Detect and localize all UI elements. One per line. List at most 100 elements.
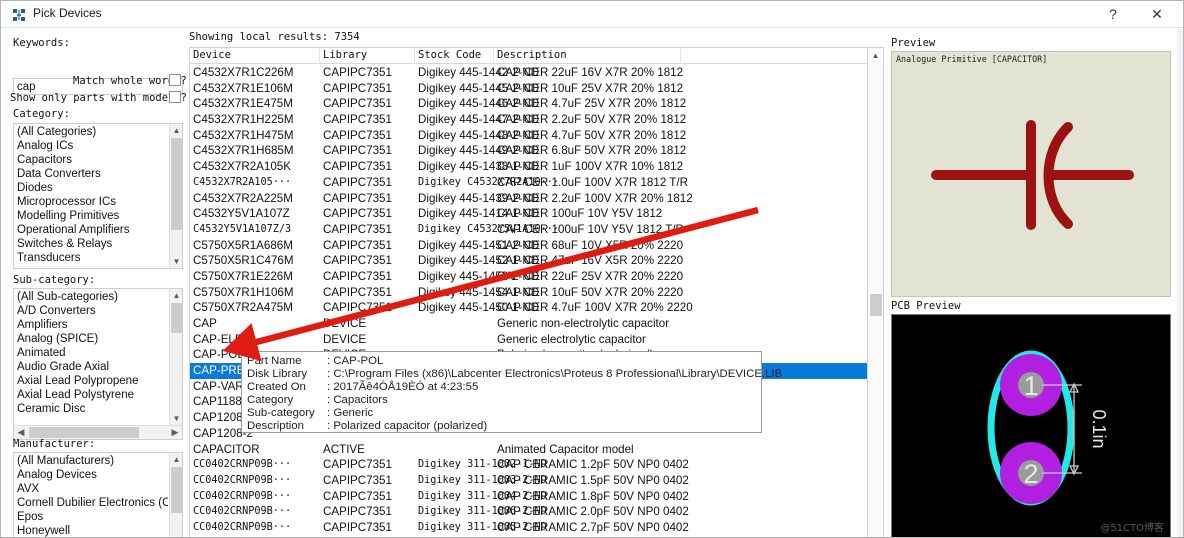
scrollbar-thumb[interactable] [171, 138, 182, 230]
subcategory-vscrollbar[interactable]: ▲ ▼ [169, 289, 182, 425]
table-row[interactable]: C4532X7R1H225M CAPIPC7351 Digikey 445-1447… [190, 112, 883, 128]
column-header-stock-code[interactable]: Stock Code [418, 49, 481, 61]
table-row[interactable]: C4532X7R1H685M CAPIPC7351 Digikey 445-1449… [190, 143, 883, 159]
manufacturer-item-0[interactable]: (All Manufacturers) [14, 454, 168, 468]
cell-device: C4532X7R1E475M [193, 97, 293, 111]
table-row[interactable]: C4532X7R2A105··· CAPIPC7351 Digikey C4532X… [190, 175, 883, 191]
subcategory-item-2[interactable]: Amplifiers [14, 318, 168, 332]
cell-description: Generic electrolytic capacitor [497, 332, 646, 346]
manufacturer-scrollbar[interactable]: ▲ [169, 453, 182, 537]
scrollbar-thumb[interactable] [29, 427, 139, 438]
category-item-6[interactable]: Modelling Primitives [14, 209, 168, 223]
table-row[interactable]: CC0402CRNP09B···CAPIPC7351Digikey 311-10… [190, 504, 883, 520]
manufacturer-listbox[interactable]: (All Manufacturers) Analog Devices AVX Corn… [13, 452, 183, 537]
table-row[interactable]: CC0402CRNP09B···CAPIPC7351Digikey 311-10… [190, 457, 883, 473]
subcategory-item-7[interactable]: Axial Lead Polystyrene [14, 388, 168, 402]
manufacturer-item-5[interactable]: Honeywell [14, 524, 168, 537]
category-item-4[interactable]: Diodes [14, 181, 168, 195]
subcategory-item-4[interactable]: Animated [14, 346, 168, 360]
table-row[interactable]: CAP-ELEC DEVICE Generic electrolytic capac… [190, 332, 883, 348]
table-row[interactable]: C5750X7R1E226M CAPIPC7351 Digikey 445-1453… [190, 269, 883, 285]
column-divider[interactable] [680, 48, 681, 64]
table-row[interactable]: C4532Y5V1A107Z/3 CAPIPC7351 Digikey C4532Y… [190, 222, 883, 238]
manufacturer-item-2[interactable]: AVX [14, 482, 168, 496]
column-header-description[interactable]: Description [497, 49, 567, 61]
cell-device: CAPACITOR [193, 442, 260, 456]
table-row[interactable]: C4532X7R1E106M CAPIPC7351 Digikey 445-1445… [190, 81, 883, 97]
match-whole-words-checkbox[interactable] [169, 74, 181, 86]
manufacturer-item-3[interactable]: Cornell Dubilier Electronics (CDE) [14, 496, 168, 510]
scroll-up-icon[interactable]: ▲ [170, 453, 182, 466]
scrollbar-thumb[interactable] [171, 467, 182, 513]
category-item-3[interactable]: Data Converters [14, 167, 168, 181]
subcategory-item-1[interactable]: A/D Converters [14, 304, 168, 318]
tooltip-row: Disk Library: C:\Program Files (x86)\Lab… [247, 368, 782, 381]
results-table[interactable]: Device Library Stock Code Description C4… [189, 47, 884, 537]
table-row[interactable]: CC0402CRNP09B···CAPIPC7351Digikey 311-10… [190, 520, 883, 536]
show-only-models-checkbox[interactable] [169, 91, 181, 103]
table-column-headers: Device Library Stock Code Description [190, 48, 883, 64]
column-header-library[interactable]: Library [323, 49, 367, 61]
results-scrollbar[interactable]: ▲ [867, 47, 884, 537]
table-row[interactable]: CAP DEVICE Generic non-electrolytic capaci… [190, 316, 883, 332]
subcategory-hscrollbar[interactable]: ◀ ▶ [14, 425, 182, 439]
table-row[interactable]: C5750X7R1H106M CAPIPC7351 Digikey 445-1454… [190, 285, 883, 301]
pick-devices-dialog: Pick Devices ? ✕ Keywords: Match whole w… [0, 0, 1184, 538]
table-row[interactable]: C5750X5R1C476M CAPIPC7351 Digikey 445-1452… [190, 253, 883, 269]
table-row[interactable]: C5750X5R1A686M CAPIPC7351 Digikey 445-1451… [190, 238, 883, 254]
category-item-5[interactable]: Microprocessor ICs [14, 195, 168, 209]
help-button[interactable]: ? [1093, 1, 1133, 27]
column-header-device[interactable]: Device [193, 49, 231, 61]
category-label: Category: [13, 108, 70, 120]
column-divider[interactable] [493, 48, 494, 64]
table-row[interactable]: C4532Y5V1A107Z CAPIPC7351 Digikey 445-1414… [190, 206, 883, 222]
cell-description: CAP CER 47uF 16V X5R 20% 2220 [497, 254, 684, 268]
category-listbox[interactable]: (All Categories) Analog ICs Capacitors Data… [13, 123, 183, 269]
subcategory-listbox[interactable]: (All Sub-categories) A/D Converters Amplif… [13, 288, 183, 440]
cell-library: CAPIPC7351 [323, 520, 392, 534]
table-row[interactable]: CAPACITOR ACTIVE Animated Capacitor model [190, 442, 883, 458]
cell-device: C4532X7R1H475M [193, 128, 294, 142]
cell-description: CAP CERAMIC 1.5pF 50V NP0 0402 [497, 473, 689, 487]
close-button[interactable]: ✕ [1137, 1, 1177, 27]
subcategory-item-3[interactable]: Analog (SPICE) [14, 332, 168, 346]
scroll-down-icon[interactable]: ▼ [170, 255, 182, 268]
scroll-right-icon[interactable]: ▶ [168, 426, 182, 439]
table-row[interactable]: C4532X7R1C226M CAPIPC7351 Digikey 445-1442… [190, 65, 883, 81]
subcategory-item-6[interactable]: Axial Lead Polypropene [14, 374, 168, 388]
table-row[interactable]: C4532X7R1H475M CAPIPC7351 Digikey 445-1448… [190, 128, 883, 144]
scroll-down-icon[interactable]: ▼ [170, 412, 182, 425]
subcategory-item-5[interactable]: Audio Grade Axial [14, 360, 168, 374]
cell-description: CAP CER 4.7uF 25V X7R 20% 1812 [497, 97, 687, 111]
category-item-9[interactable]: Transducers [14, 251, 168, 265]
category-item-2[interactable]: Capacitors [14, 153, 168, 167]
subcategory-item-0[interactable]: (All Sub-categories) [14, 290, 168, 304]
scroll-up-icon[interactable]: ▲ [868, 48, 883, 63]
scroll-up-icon[interactable]: ▲ [170, 124, 182, 137]
table-row[interactable]: CC0402CRNP09B···CAPIPC7351Digikey 311-10… [190, 473, 883, 489]
category-item-0[interactable]: (All Categories) [14, 125, 168, 139]
table-rows: C4532X7R1C226M CAPIPC7351 Digikey 445-1442… [190, 65, 883, 537]
cell-device: C4532X7R1H225M [193, 113, 294, 127]
subcategory-item-8[interactable]: Ceramic Disc [14, 402, 168, 416]
column-divider[interactable] [319, 48, 320, 64]
table-row[interactable]: CC0402CRNP09B···CAPIPC7351Digikey 311-10… [190, 489, 883, 505]
scrollbar-thumb[interactable] [870, 294, 882, 316]
category-item-7[interactable]: Operational Amplifiers [14, 223, 168, 237]
tooltip-key: Sub-category [247, 407, 315, 419]
scroll-up-icon[interactable]: ▲ [170, 289, 182, 302]
manufacturer-item-1[interactable]: Analog Devices [14, 468, 168, 482]
manufacturer-item-4[interactable]: Epos [14, 510, 168, 524]
category-scrollbar[interactable]: ▲ ▼ [169, 124, 182, 268]
pcb-preview-label: PCB Preview [891, 300, 961, 312]
table-row[interactable]: C4532X7R1E475M CAPIPC7351 Digikey 445-1446… [190, 96, 883, 112]
cell-device: C4532Y5V1A107Z/3 [193, 223, 292, 235]
category-item-8[interactable]: Switches & Relays [14, 237, 168, 251]
column-divider[interactable] [414, 48, 415, 64]
table-row[interactable]: C5750X7R2A475M CAPIPC7351 Digikey 445-1450… [190, 300, 883, 316]
scrollbar-thumb[interactable] [171, 303, 182, 333]
table-row[interactable]: C4532X7R2A105K CAPIPC7351 Digikey 445-1438… [190, 159, 883, 175]
table-row[interactable]: C4532X7R2A225M CAPIPC7351 Digikey 445-1439… [190, 191, 883, 207]
cell-device: C4532X7R2A105··· [193, 176, 292, 188]
category-item-1[interactable]: Analog ICs [14, 139, 168, 153]
